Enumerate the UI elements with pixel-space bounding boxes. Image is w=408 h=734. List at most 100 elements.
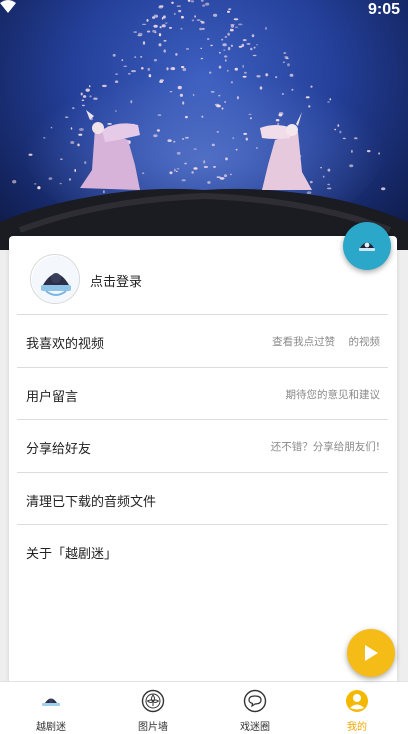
petal: [229, 28, 234, 32]
petal: [230, 81, 234, 84]
petal: [159, 26, 162, 29]
petal: [219, 51, 221, 54]
menu-item-title: 关于「越剧迷」: [26, 547, 118, 562]
chat-bubble-icon: [243, 689, 267, 713]
petal: [85, 88, 90, 92]
petal: [158, 33, 162, 37]
petal: [82, 95, 87, 98]
menu-item-clear-audio[interactable]: 清理已下载的音频文件: [17, 472, 388, 524]
menu-item-share[interactable]: 分享给好友 还不错？分享给朋友们!: [17, 419, 388, 471]
petal: [182, 101, 185, 105]
petal: [251, 34, 255, 38]
petal: [176, 168, 180, 170]
petal: [227, 46, 231, 51]
petal: [184, 162, 188, 165]
petal: [203, 160, 206, 164]
petal: [146, 30, 151, 33]
profile-fab-button[interactable]: [343, 222, 391, 270]
petal: [163, 39, 167, 42]
petal: [199, 27, 203, 31]
petal: [123, 65, 128, 68]
petal: [130, 100, 133, 104]
petal: [137, 34, 142, 37]
petal: [281, 93, 284, 95]
login-row[interactable]: 点击登录: [9, 236, 397, 314]
petal: [235, 148, 238, 151]
tab-opera-fan[interactable]: 越剧迷: [0, 682, 102, 734]
opera-fan-logo-icon: [39, 689, 63, 713]
status-bar: 9:05: [0, 0, 408, 20]
play-icon: [365, 645, 378, 661]
petal: [163, 49, 166, 53]
petal: [275, 76, 278, 79]
petal: [50, 126, 53, 129]
petal: [142, 41, 146, 45]
petal: [236, 96, 239, 100]
petal: [259, 86, 263, 90]
petal: [81, 104, 85, 107]
petal: [179, 93, 183, 97]
petal: [70, 141, 75, 144]
petal: [200, 47, 203, 50]
petal: [112, 53, 116, 57]
petal: [243, 132, 248, 135]
nav-label: 图片墙: [138, 722, 168, 733]
petal: [48, 177, 53, 180]
petal: [64, 116, 69, 118]
user-avatar-icon: [345, 689, 369, 713]
tab-fan-circle[interactable]: 戏迷圈: [204, 682, 306, 734]
menu-item-about[interactable]: 关于「越剧迷」: [17, 524, 388, 576]
petal: [88, 85, 91, 88]
flower-badge-icon: [141, 689, 165, 713]
tab-mine[interactable]: 我的: [306, 682, 408, 734]
petal: [216, 176, 221, 179]
opera-mask-icon: [359, 242, 375, 251]
petal: [102, 84, 107, 88]
petal: [93, 97, 98, 100]
petal: [166, 67, 169, 71]
petal: [185, 47, 190, 50]
petal: [342, 137, 346, 140]
menu-item-feedback[interactable]: 用户留言 期待您的意见和建议: [17, 367, 388, 419]
petal: [265, 26, 267, 30]
petal: [141, 67, 144, 70]
petal: [127, 72, 131, 75]
petal: [242, 64, 244, 68]
petal: [78, 133, 83, 136]
petal: [202, 28, 205, 30]
petal: [245, 137, 248, 141]
tab-photo-wall[interactable]: 图片墙: [102, 682, 204, 734]
petal: [226, 69, 229, 72]
menu-item-liked-videos[interactable]: 我喜欢的视频 查看我点过赞 的视频: [17, 314, 388, 366]
petal: [185, 115, 188, 119]
petal: [170, 67, 176, 71]
petal: [351, 149, 353, 153]
profile-card: 点击登录 我喜欢的视频 查看我点过赞 的视频 用户留言 期待您的意见和建议 分享…: [9, 236, 397, 686]
petal: [224, 101, 227, 103]
petal: [159, 80, 164, 83]
petal: [157, 114, 162, 116]
nav-label: 戏迷圈: [240, 722, 270, 733]
petal: [182, 67, 187, 72]
petal: [203, 165, 208, 169]
avatar[interactable]: [30, 254, 80, 304]
petal: [308, 105, 311, 108]
petal: [255, 147, 258, 149]
petal: [218, 94, 221, 97]
petal: [68, 178, 72, 181]
petal: [152, 29, 157, 33]
petal: [309, 180, 313, 184]
login-label[interactable]: 点击登录: [90, 271, 142, 290]
petal: [103, 190, 105, 194]
petal: [70, 127, 73, 130]
petal: [192, 93, 195, 97]
menu-item-title: 清理已下载的音频文件: [26, 495, 157, 510]
petal: [284, 56, 289, 58]
petal: [327, 168, 331, 172]
menu-item-title: 分享给好友: [26, 442, 92, 457]
petal: [230, 44, 233, 47]
petal: [153, 24, 158, 28]
wifi-icon: [0, 0, 16, 13]
petal: [329, 98, 332, 101]
play-fab-button[interactable]: [347, 629, 395, 677]
